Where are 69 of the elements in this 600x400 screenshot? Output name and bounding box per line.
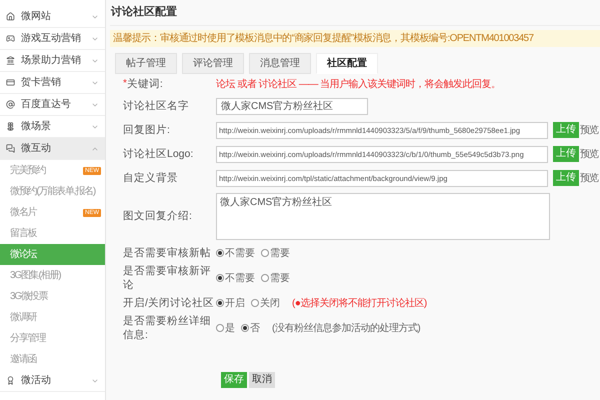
award-icon: [6, 376, 15, 385]
submenu-item-label: 分享管理: [10, 332, 47, 346]
radio-note: (没有粉丝信息参加活动的处理方式): [272, 322, 420, 336]
tab[interactable]: 社区配置: [316, 53, 378, 74]
radio-button[interactable]: [261, 274, 269, 282]
sidebar-item-label: 微活动: [21, 374, 52, 388]
chat-icon: [6, 144, 15, 153]
radio-label: 不需要: [225, 272, 255, 286]
notice-bar: 温馨提示：审核通过时使用了模板消息中的“商家回复提醒”模板消息，其模板编号:OPENTM401003457: [110, 30, 600, 47]
cancel-button[interactable]: 取消: [249, 372, 275, 388]
tab[interactable]: 消息管理: [249, 53, 311, 74]
radio-label: 需要: [270, 246, 290, 260]
submenu-item-label: 微论坛: [10, 248, 38, 262]
field-label: 是否需要粉丝详细信息:: [123, 314, 212, 342]
radio-button[interactable]: [216, 299, 224, 307]
radio-button[interactable]: [251, 299, 259, 307]
field-label: 是否需要审核新帖: [123, 246, 211, 260]
field-label: 开启/关闭讨论社区: [123, 296, 214, 310]
radio-label: 是: [225, 322, 235, 336]
page-title: 讨论社区配置: [111, 4, 177, 20]
radio-button[interactable]: [216, 249, 224, 257]
card-icon: [6, 78, 15, 87]
submenu-item-label: 邀请函: [10, 352, 38, 367]
preview-link[interactable]: 预览: [580, 146, 598, 162]
sidebar-item-label: 场景助力营销: [21, 54, 82, 68]
submenu-item-label: 完美预约: [10, 164, 47, 178]
preview-link[interactable]: 预览: [580, 122, 598, 138]
submenu-item-label: 微名片: [10, 206, 38, 220]
radio-button[interactable]: [216, 324, 224, 332]
radio-label: 关闭: [260, 296, 280, 310]
preview-link[interactable]: 预览: [580, 170, 598, 186]
required-asterisk: *: [123, 79, 127, 89]
sidebar-item-label: 微场景: [21, 120, 52, 134]
radio-button[interactable]: [261, 249, 269, 257]
sidebar-item-label: 游戏互动营销: [21, 32, 82, 46]
radio-button[interactable]: [216, 274, 224, 282]
sidebar-item-label: 贺卡营销: [21, 76, 62, 90]
submenu-item-label: 3G微投票: [10, 290, 49, 304]
field-label: 关键词:: [126, 77, 163, 91]
sidebar-item-label: 微互动: [21, 142, 52, 156]
sidebar-item-label: 微网站: [21, 10, 52, 24]
tab[interactable]: 评论管理: [182, 53, 244, 74]
field-label: 讨论社区Logo:: [123, 147, 194, 161]
submenu-item-label: 微调研: [10, 311, 38, 325]
submenu-item-label: 3G图集(相册): [10, 268, 62, 283]
radio-label: 开启: [225, 296, 245, 310]
bank-icon: [6, 56, 15, 65]
field-label: 回复图片:: [123, 123, 170, 137]
keyword-hint: 论坛 或者 讨论社区 —— 当用户输入该关键词时，将会触发此回复。: [216, 78, 501, 92]
radio-label: 不需要: [225, 246, 255, 260]
submenu-item-label: 留言板: [10, 226, 38, 241]
radio-button[interactable]: [241, 324, 249, 332]
radio-label: 否: [250, 322, 260, 336]
sidebar-item[interactable]: 微互动: [0, 138, 105, 160]
sidebar-item-label: 百度直达号: [21, 98, 72, 112]
field-label: 图文回复介绍:: [123, 209, 192, 223]
field-label: 自定义背景: [123, 171, 178, 185]
home-icon: [6, 12, 15, 21]
radio-label: 需要: [270, 272, 290, 286]
flower-icon: [6, 122, 15, 131]
field-label: 讨论社区名字: [123, 99, 189, 113]
submenu-item-label: 微预约(万能表单,报名): [10, 184, 96, 199]
at-sign-icon: [6, 100, 15, 109]
radio-note: (●选择关闭将不能打开讨论社区): [292, 296, 427, 310]
tab[interactable]: 帖子管理: [115, 53, 177, 74]
text-field[interactable]: 微人家CMS官方粉丝社区: [216, 98, 368, 114]
description-field[interactable]: 微人家CMS官方粉丝社区: [216, 192, 550, 240]
gamepad-icon: [6, 34, 15, 43]
field-label: 是否需要审核新评论: [123, 264, 212, 292]
